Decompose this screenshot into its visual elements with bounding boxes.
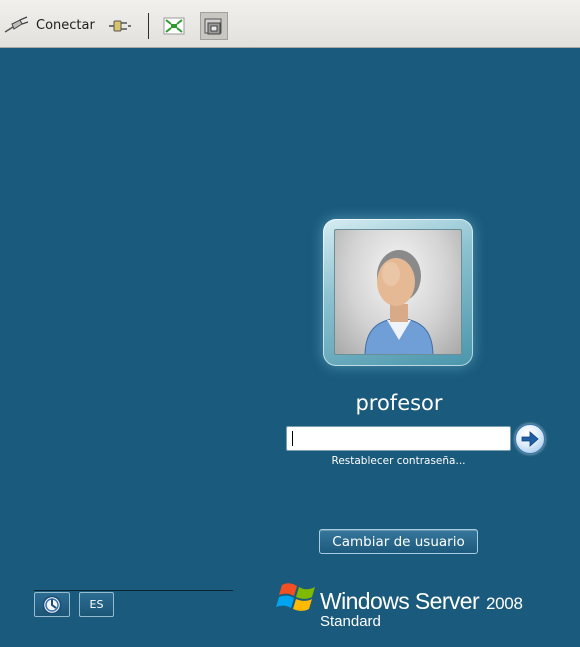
arrow-right-icon (521, 431, 539, 447)
ease-of-access-button[interactable] (34, 592, 70, 617)
fit-to-window-icon (163, 17, 185, 35)
fullscreen-icon (204, 18, 222, 35)
user-avatar-icon (364, 250, 434, 354)
brand-version: 2008 (486, 594, 523, 613)
fullscreen-button[interactable] (200, 12, 228, 40)
connect-label: Conectar (36, 17, 95, 33)
plug-connect-icon (4, 16, 29, 33)
connect-button[interactable]: Conectar (3, 12, 95, 38)
brand-name: Windows Server (320, 588, 480, 614)
divider (34, 590, 233, 591)
switch-user-button[interactable]: Cambiar de usuario (319, 529, 478, 554)
plug-disconnect-icon (109, 20, 131, 32)
toolbar-separator (148, 13, 149, 39)
remote-desktop-toolbar: Conectar (0, 0, 580, 48)
username-label: profesor (355, 391, 443, 415)
user-tile-frame[interactable] (323, 219, 473, 366)
submit-button[interactable] (515, 424, 545, 454)
brand-edition: Standard (320, 613, 381, 630)
password-input[interactable] (286, 426, 511, 451)
windows-logo-icon (276, 583, 315, 611)
disconnect-button[interactable] (106, 12, 134, 40)
fit-to-window-button[interactable] (160, 12, 188, 40)
ease-of-access-icon (42, 595, 62, 614)
user-tile (334, 229, 462, 355)
reset-password-link[interactable]: Restablecer contraseña... (286, 455, 511, 467)
language-button[interactable]: ES (79, 592, 114, 617)
text-caret (292, 431, 293, 446)
